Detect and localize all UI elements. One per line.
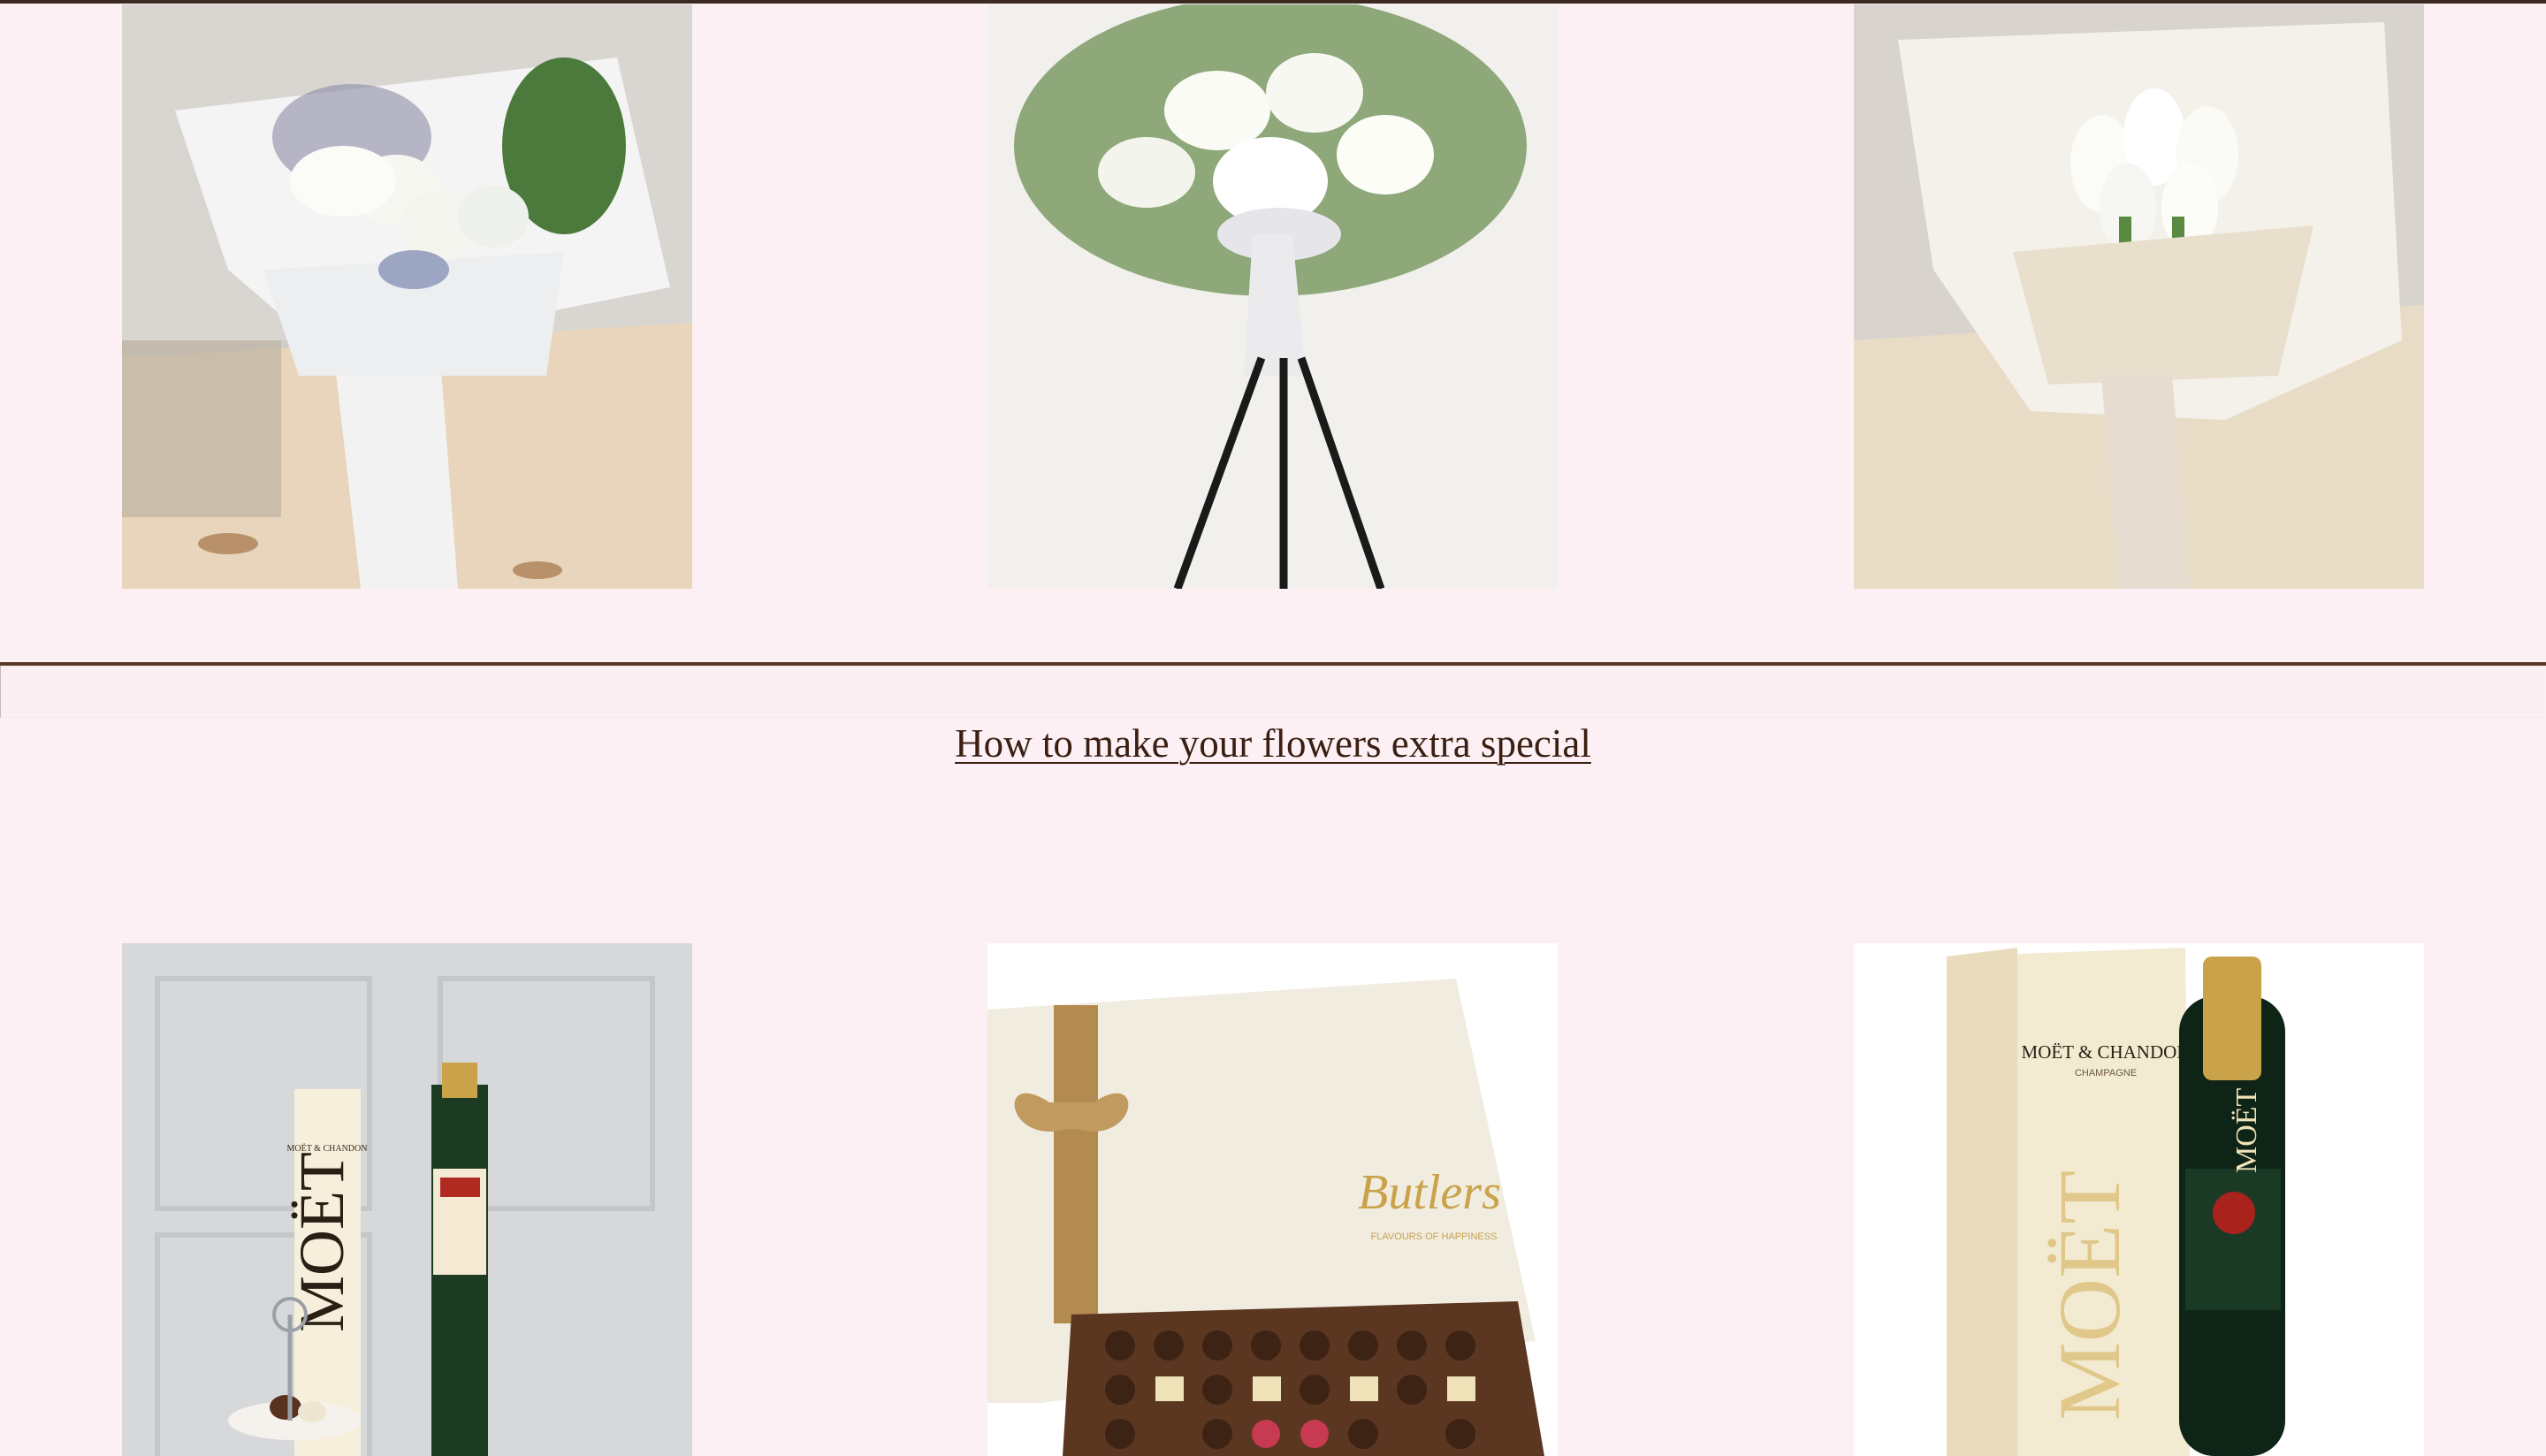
product-card-white-rose-bouquet[interactable] (122, 4, 692, 589)
svg-text:MOËT: MOËT (2230, 1087, 2263, 1173)
svg-text:MOËT & CHANDON: MOËT & CHANDON (2022, 1041, 2191, 1063)
moet-champagne-box-image: MOËT & CHANDON CHAMPAGNE MOËT MOËT (1854, 943, 2424, 1456)
svg-text:FLAVOURS OF HAPPINESS: FLAVOURS OF HAPPINESS (1371, 1231, 1498, 1242)
svg-text:CHAMPAGNE: CHAMPAGNE (2075, 1068, 2137, 1079)
svg-text:MOËT: MOËT (2040, 1170, 2138, 1421)
svg-text:Butlers: Butlers (1358, 1165, 1501, 1220)
white-rose-bouquet-image (122, 4, 692, 589)
moet-chocolate-gift-image: MOËT & CHANDON MOËT (122, 943, 692, 1456)
divider-bar (0, 666, 2545, 718)
product-card-moet-champagne-box[interactable]: MOËT & CHANDON CHAMPAGNE MOËT MOËT (1854, 943, 2424, 1456)
white-flower-stand-image (987, 4, 1558, 589)
top-divider (0, 0, 2546, 4)
butlers-chocolate-box-image: Butlers FLAVOURS OF HAPPINESS (987, 943, 1558, 1456)
product-card-butlers-chocolates[interactable]: Butlers FLAVOURS OF HAPPINESS (987, 943, 1558, 1456)
page: How to make your flowers extra special M… (0, 0, 2546, 1456)
svg-text:MOËT: MOËT (286, 1152, 357, 1332)
product-card-white-tulip-bouquet[interactable] (1854, 4, 2424, 589)
product-card-white-flower-stand[interactable] (987, 4, 1558, 589)
white-tulip-bouquet-image (1854, 4, 2424, 589)
extra-special-link[interactable]: How to make your flowers extra special (0, 717, 2546, 770)
product-card-moet-chocolate-gift[interactable]: MOËT & CHANDON MOËT (122, 943, 692, 1456)
